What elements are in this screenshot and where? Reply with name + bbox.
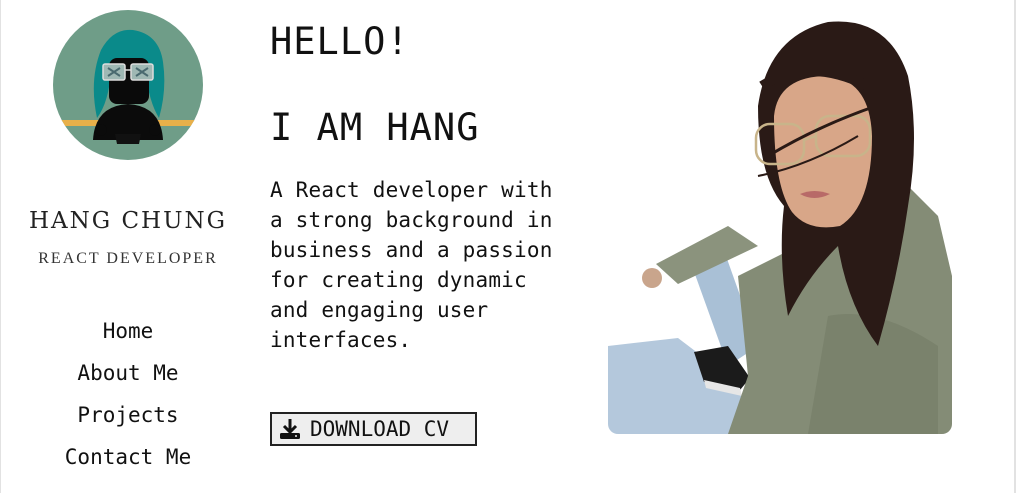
avatar [53,10,203,160]
sidebar-name: HANG CHUNG [28,208,227,234]
nav-item-projects[interactable]: Projects [0,400,256,442]
nav-item-about-me[interactable]: About Me [0,358,256,400]
avatar-illustration [53,29,203,144]
sidebar-nav: Home About Me Projects Contact Me [0,316,256,484]
profile-photo [608,16,952,434]
download-icon [278,417,302,441]
intro-heading: I AM HANG [270,106,480,149]
bio-text: A React developer with a strong backgrou… [270,178,553,352]
download-cv-button[interactable]: DOWNLOAD CV [270,412,477,446]
nav-item-contact-me[interactable]: Contact Me [0,442,256,484]
greeting-heading: HELLO! [270,20,410,63]
nav-item-home[interactable]: Home [0,316,256,358]
sidebar: HANG CHUNG REACT DEVELOPER Home About Me… [0,0,256,493]
download-cv-label: DOWNLOAD CV [310,417,450,441]
sidebar-role: REACT DEVELOPER [38,250,218,267]
